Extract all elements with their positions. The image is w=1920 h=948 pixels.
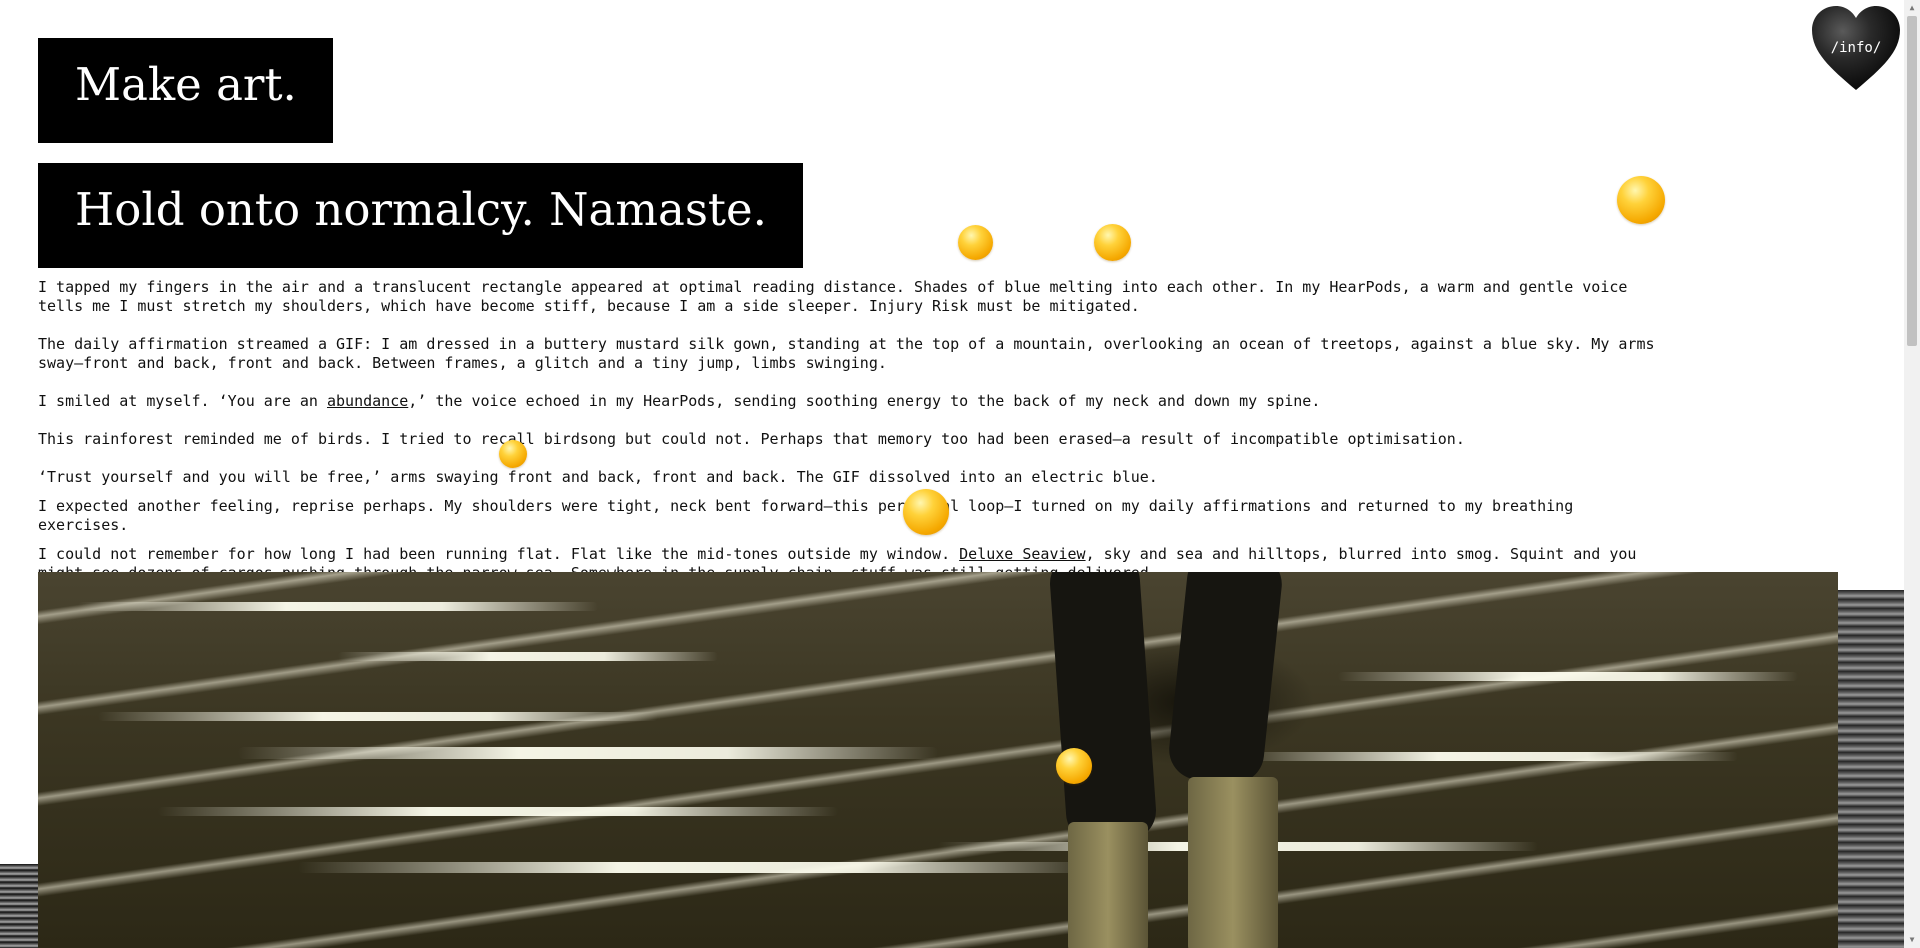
abundance-link[interactable]: abundance <box>327 392 408 410</box>
scrollbar-thumb[interactable] <box>1907 16 1917 346</box>
scroll-up-arrow-icon[interactable]: ▲ <box>1904 0 1920 16</box>
sun-orb-icon <box>1617 176 1665 224</box>
paragraph: I smiled at myself. ‘You are an abundanc… <box>38 392 1321 410</box>
sun-orb-icon <box>1094 224 1131 261</box>
paragraph: This rainforest reminded me of birds. I … <box>38 430 1465 448</box>
sun-orb-icon <box>499 440 527 468</box>
story-text: I tapped my fingers in the air and a tra… <box>38 278 1666 602</box>
paragraph: I expected another feeling, reprise perh… <box>38 497 1574 534</box>
page: Make art. Hold onto normalcy. Namaste. /… <box>0 0 1920 948</box>
sun-orb-icon <box>903 489 949 535</box>
deluxe-seaview-link[interactable]: Deluxe Seaview <box>959 545 1085 563</box>
info-label: /info/ <box>1830 40 1882 56</box>
info-heart-link[interactable]: /info/ <box>1810 4 1902 94</box>
glitch-strip-right <box>1838 590 1904 948</box>
sun-orb-icon <box>1056 748 1092 784</box>
paragraph: ‘Trust yourself and you will be free,’ a… <box>38 468 1158 486</box>
vertical-scrollbar[interactable]: ▲ ▼ <box>1904 0 1920 948</box>
glitch-strip-left <box>0 864 38 948</box>
paragraph: The daily affirmation streamed a GIF: I … <box>38 335 1655 372</box>
heading-namaste: Hold onto normalcy. Namaste. <box>38 163 803 268</box>
heading-make-art: Make art. <box>38 38 333 143</box>
running-feet-photo <box>38 572 1838 948</box>
sun-orb-icon <box>958 225 993 260</box>
paragraph: I tapped my fingers in the air and a tra… <box>38 278 1628 315</box>
scroll-down-arrow-icon[interactable]: ▼ <box>1904 932 1920 948</box>
